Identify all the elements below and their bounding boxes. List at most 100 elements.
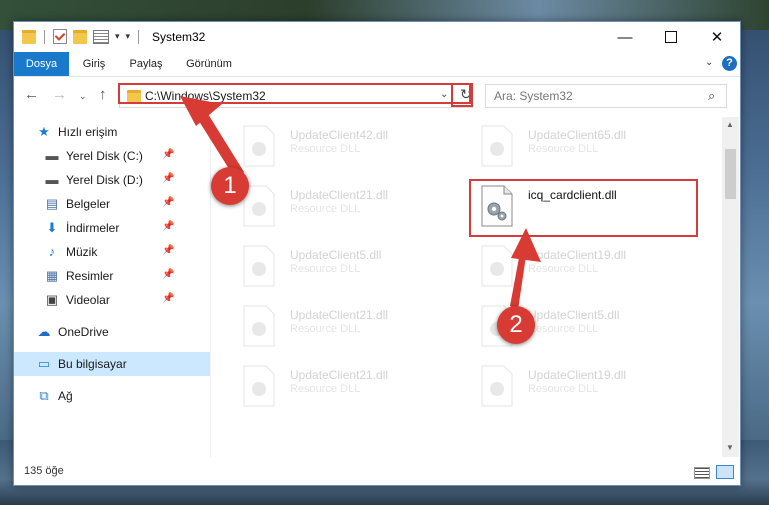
- sidebar-item-music[interactable]: ♪ Müzik 📌: [14, 240, 210, 264]
- document-icon: ▤: [45, 196, 59, 211]
- toolbar-dropdown-icon[interactable]: ▾: [126, 31, 131, 42]
- maximize-button[interactable]: [648, 22, 694, 52]
- folder-icon: [22, 29, 36, 44]
- large-icons-view-icon[interactable]: [716, 465, 734, 479]
- sidebar-item-downloads[interactable]: ⬇ İndirmeler 📌: [14, 216, 210, 240]
- search-box[interactable]: Ara: System32 ⌕: [485, 84, 727, 108]
- up-arrow-icon[interactable]: ↑: [99, 86, 107, 103]
- sidebar-item-pictures[interactable]: ▦ Resimler 📌: [14, 264, 210, 288]
- help-icon[interactable]: ?: [722, 56, 737, 71]
- sidebar-item-label: Yerel Disk (D:): [66, 173, 143, 187]
- maximize-icon: [665, 31, 677, 43]
- music-icon: ♪: [48, 244, 56, 259]
- tab-share[interactable]: Paylaş: [124, 52, 168, 76]
- file-type: Resource DLL: [528, 263, 599, 275]
- pin-icon[interactable]: 📌: [162, 245, 174, 256]
- item-count: 135 öğe: [24, 465, 64, 477]
- sidebar-item-label: Hızlı erişim: [58, 125, 118, 139]
- file-name: UpdateClient5.dll: [290, 248, 382, 262]
- recent-locations-chevron-icon[interactable]: ⌄: [79, 91, 87, 102]
- address-path[interactable]: C:\Windows\System32: [145, 89, 266, 103]
- back-arrow-icon[interactable]: ←: [24, 86, 39, 103]
- search-icon[interactable]: ⌕: [708, 88, 715, 104]
- pin-icon[interactable]: 📌: [162, 221, 174, 232]
- sidebar-item-onedrive[interactable]: ☁ OneDrive: [14, 320, 210, 344]
- title-bar: ▾ ▾ System32 — ✕: [14, 22, 740, 52]
- sidebar-item-this-pc[interactable]: ▭ Bu bilgisayar: [14, 352, 210, 376]
- drive-icon: ▬: [45, 172, 59, 187]
- navigation-pane: ★ Hızlı erişim ▬ Yerel Disk (C:) 📌 ▬ Yer…: [14, 117, 211, 457]
- new-folder-icon[interactable]: [73, 29, 87, 44]
- customize-dropdown-icon[interactable]: ▾: [115, 31, 120, 42]
- file-item[interactable]: UpdateClient21.dll Resource DLL: [228, 301, 458, 351]
- computer-icon: ▭: [37, 356, 51, 371]
- expand-ribbon-chevron-icon[interactable]: ⌄: [705, 57, 713, 68]
- tab-view[interactable]: Görünüm: [179, 52, 239, 76]
- address-bar[interactable]: C:\Windows\System32 ⌄ ↻: [119, 84, 473, 108]
- video-icon: ▣: [45, 292, 59, 307]
- file-explorer-window: ▾ ▾ System32 — ✕ Dosya Giriş Paylaş Görü…: [13, 21, 741, 486]
- file-type: Resource DLL: [528, 323, 599, 335]
- file-name: UpdateClient21.dll: [290, 188, 389, 202]
- drive-icon: ▬: [45, 148, 59, 163]
- minimize-button[interactable]: —: [602, 22, 648, 52]
- forward-arrow-icon[interactable]: →: [52, 86, 67, 103]
- pin-icon[interactable]: 📌: [162, 293, 174, 304]
- scrollbar-thumb[interactable]: [725, 149, 736, 199]
- navigation-bar: ← → ⌄ ↑ C:\Windows\System32 ⌄ ↻ Ara: Sys…: [14, 77, 740, 113]
- properties-check-icon[interactable]: [53, 29, 67, 44]
- sidebar-item-label: Müzik: [66, 245, 98, 259]
- sidebar-item-label: Ağ: [58, 389, 73, 403]
- status-bar: 135 öğe: [14, 460, 740, 484]
- dll-file-icon: [481, 365, 513, 407]
- sidebar-item-network[interactable]: ⧉ Ağ: [14, 384, 210, 408]
- network-icon: ⧉: [39, 388, 49, 403]
- sidebar-item-label: OneDrive: [58, 325, 109, 339]
- details-view-icon[interactable]: [694, 467, 710, 479]
- refresh-highlight: [451, 83, 473, 107]
- search-placeholder: Ara: System32: [494, 89, 573, 103]
- scroll-down-icon[interactable]: ▼: [726, 443, 734, 452]
- sidebar-item-local-disk-d[interactable]: ▬ Yerel Disk (D:) 📌: [14, 168, 210, 192]
- file-highlight: [469, 179, 698, 237]
- file-item[interactable]: UpdateClient21.dll Resource DLL: [228, 181, 458, 231]
- file-item[interactable]: UpdateClient19.dll Resource DLL: [466, 361, 696, 411]
- sidebar-item-videos[interactable]: ▣ Videolar 📌: [14, 288, 210, 312]
- file-item[interactable]: UpdateClient19.dll Resource DLL: [466, 241, 696, 291]
- file-item[interactable]: UpdateClient65.dll Resource DLL: [466, 121, 696, 171]
- scroll-up-icon[interactable]: ▲: [726, 120, 734, 129]
- file-type: Resource DLL: [290, 143, 361, 155]
- dll-file-icon: [481, 245, 513, 287]
- dll-file-icon: [243, 245, 275, 287]
- pin-icon[interactable]: 📌: [162, 149, 174, 160]
- sidebar-item-label: İndirmeler: [66, 221, 120, 235]
- properties-icon[interactable]: [93, 29, 109, 44]
- address-dropdown-chevron-icon[interactable]: ⌄: [440, 89, 448, 100]
- file-type: Resource DLL: [290, 203, 361, 215]
- close-button[interactable]: ✕: [694, 22, 740, 52]
- sidebar-item-label: Videolar: [66, 293, 110, 307]
- pin-icon[interactable]: 📌: [162, 173, 174, 184]
- sidebar-item-local-disk-c[interactable]: ▬ Yerel Disk (C:) 📌: [14, 144, 210, 168]
- dll-file-icon: [243, 125, 275, 167]
- file-name: UpdateClient21.dll: [290, 308, 389, 322]
- toolbar-separator: [44, 29, 45, 44]
- tab-file[interactable]: Dosya: [14, 52, 69, 76]
- sidebar-item-quick-access[interactable]: ★ Hızlı erişim: [14, 120, 210, 144]
- toolbar-separator: [138, 29, 140, 44]
- file-name: UpdateClient42.dll: [290, 128, 389, 142]
- vertical-scrollbar[interactable]: ▲ ▼: [722, 117, 739, 457]
- pin-icon[interactable]: 📌: [162, 269, 174, 280]
- minimize-icon: —: [617, 28, 633, 46]
- sidebar-item-documents[interactable]: ▤ Belgeler 📌: [14, 192, 210, 216]
- dll-file-icon: [481, 125, 513, 167]
- file-item[interactable]: UpdateClient5.dll Resource DLL: [228, 241, 458, 291]
- file-type: Resource DLL: [290, 323, 361, 335]
- pin-icon[interactable]: 📌: [162, 197, 174, 208]
- tab-home[interactable]: Giriş: [77, 52, 111, 76]
- file-item[interactable]: UpdateClient21.dll Resource DLL: [228, 361, 458, 411]
- quick-access-toolbar: ▾ ▾: [22, 29, 141, 44]
- file-item[interactable]: UpdateClient42.dll Resource DLL: [228, 121, 458, 171]
- file-type: Resource DLL: [290, 263, 361, 275]
- file-name: UpdateClient19.dll: [528, 368, 627, 382]
